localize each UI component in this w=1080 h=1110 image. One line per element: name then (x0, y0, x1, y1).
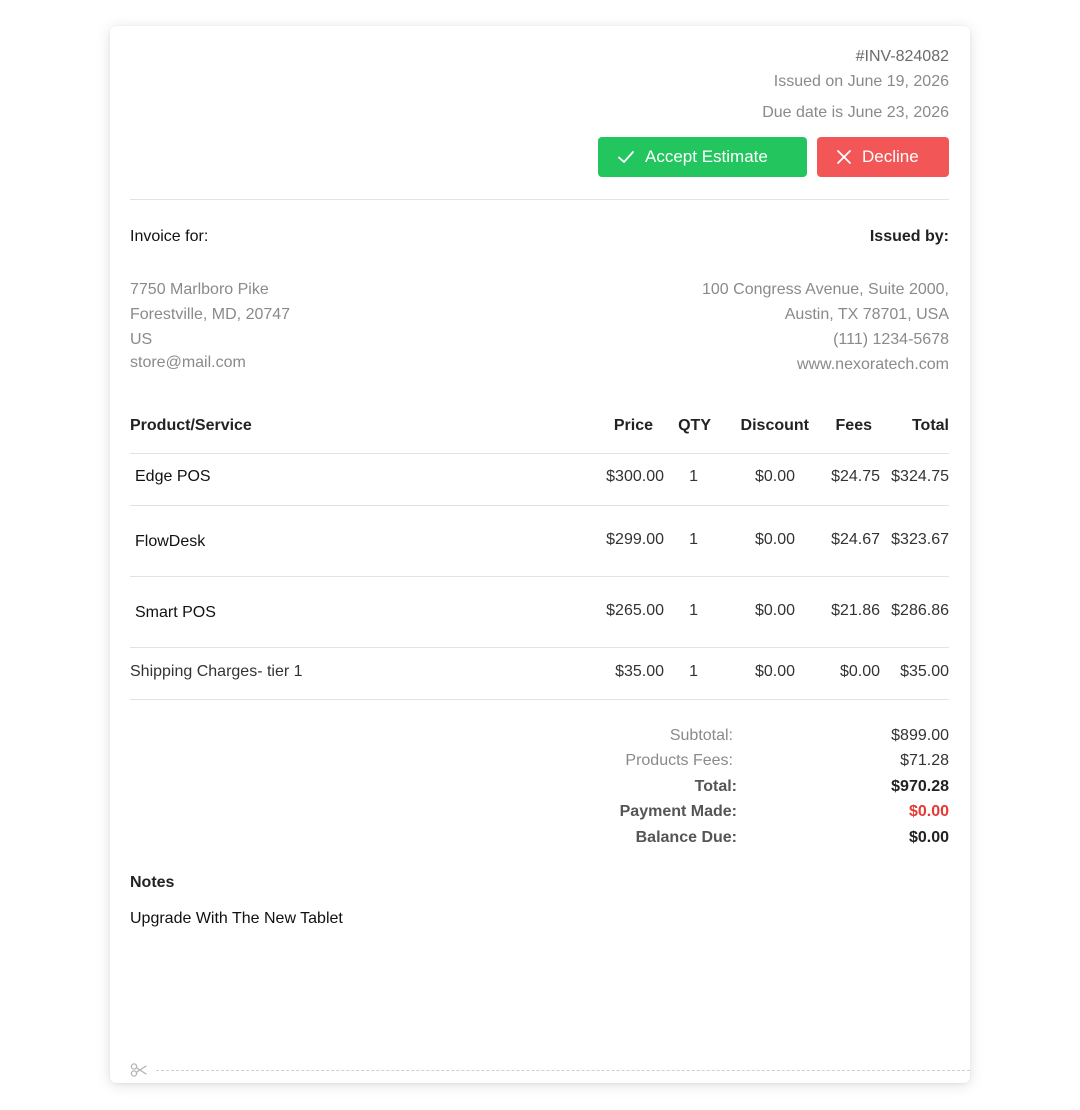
address-line: Forestville, MD, 20747 (130, 306, 291, 323)
row-total: $323.67 (891, 531, 949, 548)
due-date: Due date is June 23, 2026 (762, 104, 949, 121)
row-price: $35.00 (615, 663, 664, 680)
row-total: $35.00 (900, 663, 949, 680)
row-fees: $24.67 (831, 531, 880, 548)
row-total: $324.75 (891, 468, 949, 485)
row-divider (130, 576, 949, 577)
invoice-for-address: 7750 Marlboro Pike Forestville, MD, 2074… (130, 277, 290, 374)
issued-date: Issued on June 19, 2026 (773, 73, 949, 90)
header-price: Price (613, 417, 653, 434)
address-line: Austin, TX 78701, USA (784, 306, 949, 323)
invoice-card: #INV-824082 Issued on June 19, 2026 Due … (110, 26, 970, 1083)
row-discount: $0.00 (754, 663, 795, 680)
header-fees: Fees (835, 417, 872, 434)
row-qty: 1 (689, 531, 698, 548)
tear-line (130, 1062, 970, 1078)
row-price: $265.00 (606, 602, 664, 619)
total-label: Total: (694, 778, 737, 795)
decline-button[interactable]: Decline (817, 137, 949, 177)
address-line: US (130, 331, 153, 348)
row-fees: $21.86 (831, 602, 880, 619)
address-line: 7750 Marlboro Pike (130, 281, 269, 298)
row-fees: $0.00 (839, 663, 880, 680)
balance-due-label: Balance Due: (635, 829, 737, 846)
estimate-actions: Accept Estimate Decline (598, 137, 949, 177)
decline-label: Decline (862, 147, 919, 166)
issued-by-label: Issued by: (869, 228, 949, 245)
subtotal-label: Subtotal: (669, 727, 733, 744)
row-qty: 1 (689, 468, 698, 485)
row-name: Smart POS (135, 604, 216, 621)
header-discount: Discount (740, 417, 809, 434)
header-divider (130, 199, 949, 200)
table-header: Product/Service Price QTY Discount Fees … (130, 417, 949, 437)
close-icon (837, 150, 851, 164)
dashed-line (156, 1070, 970, 1071)
scissors-icon (130, 1063, 147, 1077)
accept-estimate-label: Accept Estimate (645, 147, 768, 166)
table-bottom-divider (130, 699, 949, 700)
email-text: store@mail.com (130, 354, 246, 371)
notes-heading: Notes (130, 874, 175, 891)
phone-text: (111) 1234-5678 (833, 331, 949, 348)
row-discount: $0.00 (754, 602, 795, 619)
check-icon (618, 151, 634, 163)
issued-by-address: 100 Congress Avenue, Suite 2000, Austin,… (702, 277, 949, 377)
payment-made-value: $0.00 (908, 803, 949, 820)
row-qty: 1 (689, 602, 698, 619)
row-price: $300.00 (606, 468, 664, 485)
row-total: $286.86 (891, 602, 949, 619)
website-text: www.nexoratech.com (796, 356, 949, 373)
row-divider (130, 647, 949, 648)
row-fees: $24.75 (831, 468, 880, 485)
header-product: Product/Service (130, 417, 252, 434)
row-discount: $0.00 (754, 468, 795, 485)
row-divider (130, 505, 949, 506)
invoice-for-label: Invoice for: (130, 228, 209, 245)
products-fees-value: $71.28 (900, 752, 949, 769)
payment-made-label: Payment Made: (619, 803, 737, 820)
row-divider (130, 453, 949, 454)
row-name: Shipping Charges- tier 1 (130, 663, 303, 680)
row-price: $299.00 (606, 531, 664, 548)
row-name: FlowDesk (135, 533, 206, 550)
notes-text: Upgrade With The New Tablet (130, 910, 343, 927)
subtotal-value: $899.00 (891, 727, 949, 744)
row-name: Edge POS (135, 468, 211, 485)
invoice-number: #INV-824082 (855, 48, 949, 65)
row-discount: $0.00 (754, 531, 795, 548)
header-total: Total (911, 417, 949, 434)
products-fees-label: Products Fees: (625, 752, 733, 769)
accept-estimate-button[interactable]: Accept Estimate (598, 137, 807, 177)
row-qty: 1 (689, 663, 698, 680)
balance-due-value: $0.00 (908, 829, 949, 846)
header-qty: QTY (678, 417, 711, 434)
address-line: 100 Congress Avenue, Suite 2000, (702, 281, 949, 298)
total-value: $970.28 (891, 778, 949, 795)
